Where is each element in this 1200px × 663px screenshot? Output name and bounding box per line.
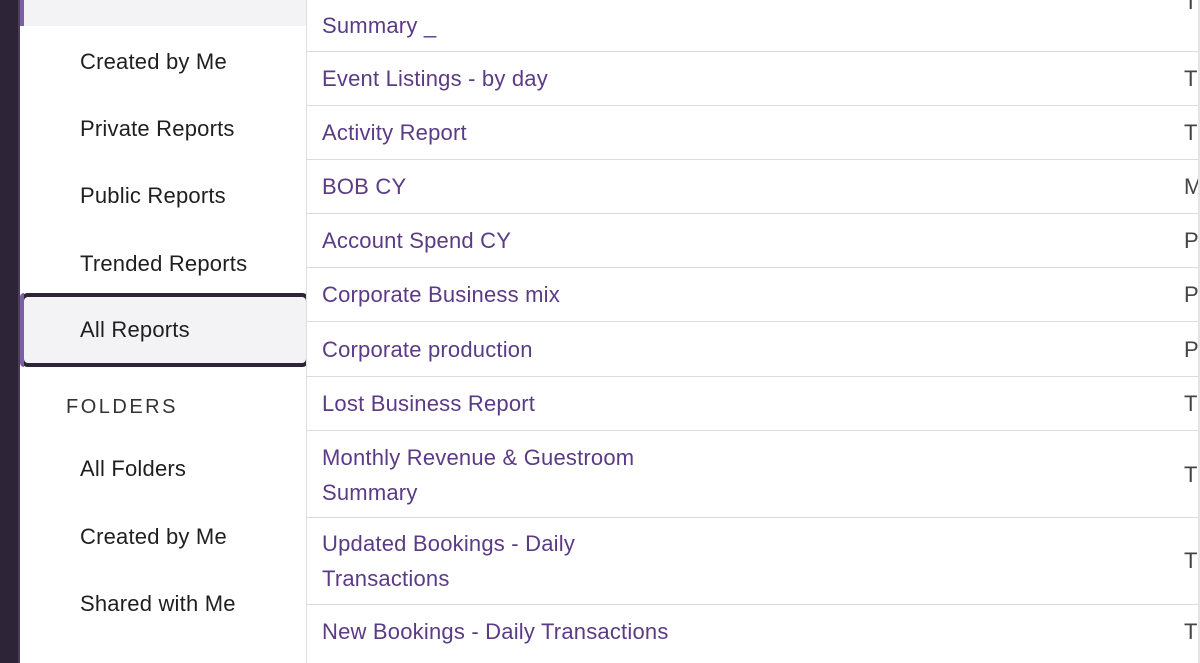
report-type-cell: T: [1184, 0, 1198, 14]
table-row[interactable]: Monthly Revenue & Guestroom Summary T: [307, 431, 1200, 518]
report-name-link[interactable]: Activity Report: [322, 115, 702, 150]
sidebar-item-folders-created-by-me[interactable]: Created by Me: [20, 509, 306, 565]
sidebar-item-all-reports[interactable]: All Reports: [20, 293, 310, 367]
reports-list: Summary _ T Event Listings - by day T Ac…: [306, 0, 1200, 663]
table-row[interactable]: New Bookings - Daily Transactions T: [307, 605, 1200, 663]
sidebar-item-label: Private Reports: [80, 116, 235, 141]
sidebar-item-shared-with-me[interactable]: Shared with Me: [20, 576, 306, 632]
sidebar-item-label: All Reports: [80, 317, 190, 342]
report-type-cell: T: [1184, 66, 1198, 91]
table-row[interactable]: BOB CY M: [307, 160, 1200, 214]
report-name-link[interactable]: Corporate Business mix: [322, 277, 702, 312]
table-row[interactable]: Account Spend CY P: [307, 214, 1200, 268]
sidebar-item-public-reports[interactable]: Public Reports: [20, 168, 306, 224]
sidebar-item-label: Public Reports: [80, 183, 226, 208]
sidebar-item-label: Shared with Me: [80, 591, 236, 616]
sidebar-item-label: Trended Reports: [80, 251, 248, 276]
report-type-cell: P: [1184, 228, 1199, 253]
table-row[interactable]: Activity Report T: [307, 106, 1200, 160]
table-row[interactable]: Lost Business Report T: [307, 377, 1200, 431]
report-type-cell: T: [1184, 548, 1198, 573]
table-row[interactable]: Corporate Business mix P: [307, 268, 1200, 322]
report-name-link[interactable]: Summary _: [322, 8, 702, 43]
reports-sidebar: Created by Me Private Reports Public Rep…: [20, 0, 310, 663]
report-type-cell: P: [1184, 282, 1199, 307]
table-row[interactable]: Updated Bookings - Daily Transactions T: [307, 518, 1200, 605]
sidebar-item-created-by-me[interactable]: Created by Me: [20, 34, 306, 90]
sidebar-item-label: Created by Me: [80, 49, 227, 74]
report-name-link[interactable]: BOB CY: [322, 169, 702, 204]
report-name-link[interactable]: Corporate production: [322, 332, 702, 367]
table-row[interactable]: Corporate production P: [307, 322, 1200, 377]
table-row[interactable]: Event Listings - by day T: [307, 52, 1200, 106]
sidebar-item-label: Created by Me: [80, 524, 227, 549]
report-name-link[interactable]: Account Spend CY: [322, 223, 702, 258]
report-type-cell: T: [1184, 462, 1198, 487]
report-type-cell: T: [1184, 391, 1198, 416]
active-indicator: [20, 0, 24, 26]
sidebar-item-label: All Folders: [80, 456, 187, 481]
sidebar-item-recent-partial[interactable]: [20, 0, 306, 26]
sidebar-item-trended-reports[interactable]: Trended Reports: [20, 236, 306, 292]
sidebar-item-private-reports[interactable]: Private Reports: [20, 101, 306, 157]
report-name-link[interactable]: Updated Bookings - Daily Transactions: [322, 526, 702, 596]
report-name-link[interactable]: Lost Business Report: [322, 386, 702, 421]
folders-section-heading: FOLDERS: [66, 396, 178, 418]
report-type-cell: P: [1184, 337, 1199, 362]
report-name-link[interactable]: New Bookings - Daily Transactions: [322, 614, 822, 649]
report-type-cell: T: [1184, 120, 1198, 145]
report-name-link[interactable]: Event Listings - by day: [322, 61, 702, 96]
app-left-rail: [0, 0, 20, 663]
report-name-link[interactable]: Monthly Revenue & Guestroom Summary: [322, 440, 702, 510]
report-type-cell: T: [1184, 619, 1198, 644]
table-row[interactable]: Summary _ T: [307, 0, 1200, 52]
sidebar-item-all-folders[interactable]: All Folders: [20, 441, 306, 497]
